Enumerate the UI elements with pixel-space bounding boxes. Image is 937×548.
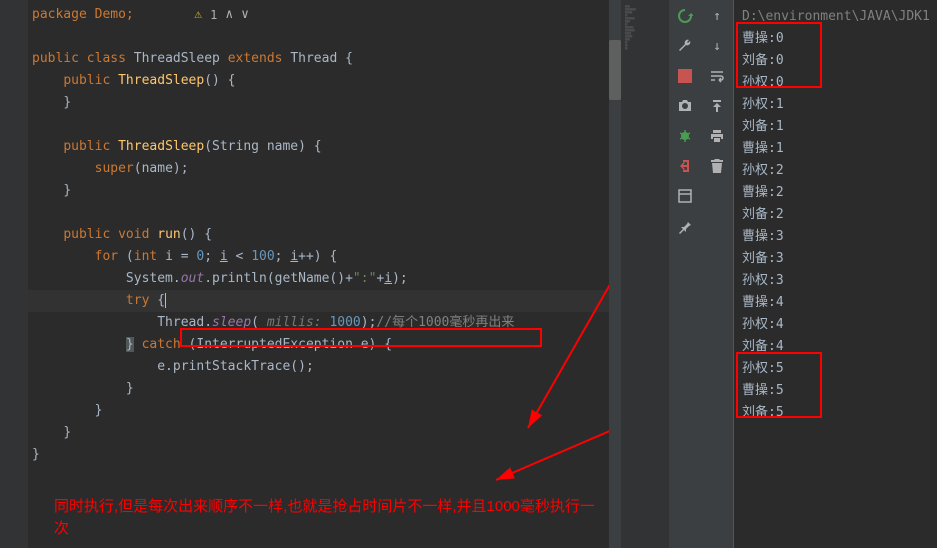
up-arrow-icon[interactable]: ↑ <box>707 6 727 26</box>
console-output[interactable]: D:\environment\JAVA\JDK1. 曹操:0 刘备:0 孙权:0… <box>733 0 937 548</box>
console-line: 曹操:5 <box>742 380 929 402</box>
inspection-bar: ⚠ 1 ∧ ∨ <box>194 4 249 26</box>
layout-icon[interactable] <box>675 186 695 206</box>
scrollbar-thumb[interactable] <box>609 40 621 100</box>
wrench-icon[interactable] <box>675 36 695 56</box>
console-header: D:\environment\JAVA\JDK1. <box>742 6 929 28</box>
code-text: package Demo; <box>32 7 134 22</box>
warning-icon[interactable]: ⚠ <box>194 4 202 26</box>
console-line: 孙权:1 <box>742 94 929 116</box>
exit-icon[interactable] <box>675 156 695 176</box>
code-editor[interactable]: ⚠ 1 ∧ ∨ package Demo; public class Threa… <box>28 0 609 548</box>
console-line: 孙权:5 <box>742 358 929 380</box>
code-minimap[interactable]: ████████████████████████████████████████… <box>621 0 669 548</box>
scroll-end-icon[interactable] <box>707 96 727 116</box>
console-line: 孙权:3 <box>742 270 929 292</box>
console-line: 曹操:4 <box>742 292 929 314</box>
console-line: 刘备:4 <box>742 336 929 358</box>
console-line: 曹操:1 <box>742 138 929 160</box>
console-line: 曹操:0 <box>742 28 929 50</box>
run-toolbar-right: ↑ ↓ <box>701 0 733 548</box>
warning-count: 1 <box>210 4 217 26</box>
console-line: 刘备:3 <box>742 248 929 270</box>
rerun-icon[interactable] <box>675 6 695 26</box>
console-line: 刘备:1 <box>742 116 929 138</box>
console-line: 曹操:2 <box>742 182 929 204</box>
console-line: 刘备:2 <box>742 204 929 226</box>
console-line: 孙权:0 <box>742 72 929 94</box>
wrap-icon[interactable] <box>707 66 727 86</box>
editor-gutter <box>0 0 28 548</box>
down-arrow-icon[interactable]: ↓ <box>707 36 727 56</box>
bug-icon[interactable] <box>675 126 695 146</box>
nav-down-icon[interactable]: ∨ <box>241 4 249 26</box>
camera-icon[interactable] <box>675 96 695 116</box>
trash-icon[interactable] <box>707 156 727 176</box>
pin-icon[interactable] <box>675 216 695 236</box>
nav-up-icon[interactable]: ∧ <box>225 4 233 26</box>
console-line: 刘备:0 <box>742 50 929 72</box>
annotation-text: 同时执行,但是每次出来顺序不一样,也就是抢占时间片不一样,并且1000毫秒执行一… <box>54 496 609 540</box>
print-icon[interactable] <box>707 126 727 146</box>
console-line: 孙权:4 <box>742 314 929 336</box>
editor-scrollbar[interactable] <box>609 0 621 548</box>
console-line: 曹操:3 <box>742 226 929 248</box>
console-line: 孙权:2 <box>742 160 929 182</box>
run-toolbar-left <box>669 0 701 548</box>
stop-icon[interactable] <box>675 66 695 86</box>
console-line: 刘备:5 <box>742 402 929 424</box>
